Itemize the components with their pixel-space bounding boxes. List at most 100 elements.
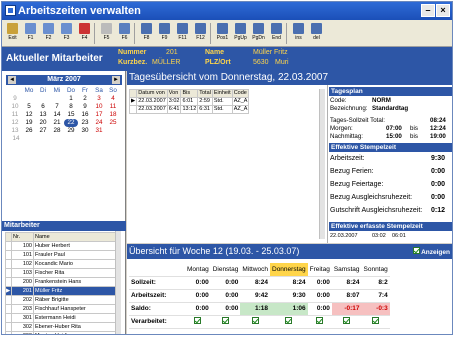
week-day-header[interactable]: Dienstag [210, 263, 241, 277]
week-day-header[interactable]: Sonntag [361, 263, 390, 277]
calendar-day[interactable]: 27 [36, 127, 50, 135]
calendar-day[interactable]: 19 [22, 119, 36, 127]
employee-row[interactable]: 302 Ebener-Huber Rita [5, 322, 121, 332]
row-marker [128, 89, 138, 98]
toolbar-button-pgdn[interactable]: PgDn [250, 22, 267, 45]
minimize-button[interactable]: – [421, 4, 435, 17]
week-day-header[interactable]: Montag [185, 263, 211, 277]
week-number: 11 [11, 111, 19, 118]
verarbeitet-checkbox[interactable] [285, 317, 293, 324]
verarbeitet-checkbox[interactable] [194, 317, 202, 324]
f1-icon [25, 23, 36, 34]
week-table: Montag Dienstag Mittwoch Donnerstag Freitag S… [129, 263, 390, 329]
toolbar-button-f12[interactable]: F12 [192, 22, 209, 45]
calendar-day[interactable]: 31 [92, 127, 106, 135]
employee-row[interactable]: 303Montag Heidi [5, 331, 121, 334]
week-day-header[interactable]: Freitag [307, 263, 332, 277]
calendar-day[interactable]: 3 [92, 95, 106, 103]
calendar-day[interactable]: 9 [78, 103, 92, 111]
employee-scrollbar[interactable] [115, 231, 121, 334]
week-overview-panel: Übersicht für Woche 12 (19.03. - 25.03.0… [127, 244, 452, 334]
toolbar-button-f9[interactable]: F9 [156, 22, 173, 45]
calendar-day[interactable]: 28 [50, 127, 64, 135]
calendar-day[interactable]: 25 [106, 119, 120, 127]
prev-month-button[interactable]: ◄ [8, 76, 16, 84]
day-scrollbar[interactable] [319, 89, 325, 239]
calendar-day[interactable]: 4 [106, 95, 120, 103]
day-entry-row[interactable]: 22.03.2007 6:41 13:12 6:31 Std. AZ_A [128, 105, 250, 114]
calendar-day[interactable]: 26 [22, 127, 36, 135]
calendar-day[interactable]: 11 [106, 103, 120, 111]
calendar-day[interactable]: 6 [36, 103, 50, 111]
calendar-day[interactable]: 21 [50, 119, 64, 127]
employee-row[interactable]: 102 Kocandic Mario [5, 259, 121, 269]
toolbar-button-end[interactable]: End [268, 22, 285, 45]
verarbeitet-checkbox[interactable] [316, 317, 324, 324]
col-name-header[interactable]: Name [33, 232, 121, 242]
day-col-header[interactable]: Von [166, 89, 182, 98]
calendar-day[interactable]: 30 [78, 127, 92, 135]
col-nr-header[interactable]: Nr. [11, 232, 34, 242]
day-col-header[interactable]: Einheit [211, 89, 233, 98]
employee-row[interactable]: 100 Huber Herbert [5, 241, 121, 251]
calendar-day[interactable]: 23 [78, 119, 92, 127]
toolbar-button-pgup[interactable]: PgUp [232, 22, 249, 45]
calendar-day[interactable]: 29 [64, 127, 78, 135]
calendar-day[interactable]: 22 [64, 119, 78, 127]
toolbar-button-exit[interactable]: Exit [4, 22, 21, 45]
day-col-header[interactable]: Code [231, 89, 250, 98]
calendar-day[interactable]: 14 [50, 111, 64, 119]
next-month-button[interactable]: ► [112, 76, 120, 84]
verarbeitet-checkbox[interactable] [251, 317, 259, 324]
employee-row[interactable]: 301 Estermann Heidi [5, 313, 121, 323]
week-sollzeit-value: 8:24 [240, 276, 270, 290]
employee-row[interactable]: 103 Fischer Rita [5, 268, 121, 278]
calendar-day[interactable]: 5 [22, 103, 36, 111]
calendar-day[interactable]: 16 [78, 111, 92, 119]
day-entry-row[interactable]: ▶ 22.03.2007 3:02 6:01 2:59 Std. AZ_A [128, 97, 250, 106]
toolbar-button-f2[interactable]: F2 [40, 22, 57, 45]
calendar-day[interactable]: 2 [78, 95, 92, 103]
calendar-day[interactable]: 20 [36, 119, 50, 127]
toolbar-button-pos1[interactable]: Pos1 [214, 22, 231, 45]
toolbar-button-f11[interactable]: F11 [174, 22, 191, 45]
calendar-day[interactable]: 8 [64, 103, 78, 111]
day-col-header[interactable]: Datum von [136, 89, 168, 98]
calendar-day[interactable]: 24 [92, 119, 106, 127]
calendar-day[interactable]: 12 [22, 111, 36, 119]
toolbar-button-ins[interactable]: ins [290, 22, 307, 45]
calendar-day[interactable]: 10 [92, 103, 106, 111]
employee-row[interactable]: 200 Frankenstein Hans [5, 277, 121, 287]
toolbar-button-f6[interactable]: F6 [116, 22, 133, 45]
calendar-day[interactable]: 18 [106, 111, 120, 119]
employee-row[interactable]: 202 Räber Brigitte [5, 295, 121, 305]
calendar-day[interactable]: 15 [64, 111, 78, 119]
week-day-header[interactable]: Donnerstag [270, 263, 308, 277]
employee-row[interactable]: ▶ 201 Müller Fritz [5, 286, 121, 296]
toolbar-button-del[interactable]: del [308, 22, 325, 45]
calendar-day[interactable]: 7 [50, 103, 64, 111]
anzeigen-checkbox[interactable]: Anzeigen [412, 247, 450, 256]
calendar-day[interactable]: 1 [64, 95, 78, 103]
verarbeitet-checkbox[interactable] [372, 317, 380, 324]
day-col-header[interactable]: Total [197, 89, 213, 98]
toolbar-button-f3[interactable]: F3 [58, 22, 75, 45]
toolbar-button-f1[interactable]: F1 [22, 22, 39, 45]
verarbeitet-checkbox[interactable] [343, 317, 351, 324]
week-verarbeitet: Verarbeitet: [129, 315, 390, 329]
stempel-value: 0:00 [430, 194, 445, 201]
close-button[interactable]: × [436, 4, 450, 17]
employee-row[interactable]: 101 Frauler Paul [5, 250, 121, 260]
week-day-header[interactable]: Samstag [331, 263, 362, 277]
toolbar-button-f5[interactable]: F5 [98, 22, 115, 45]
employee-row[interactable]: 203 Fischhauf Hanspeter [5, 304, 121, 314]
calendar-day[interactable]: 13 [36, 111, 50, 119]
toolbar-button-f4[interactable]: F4 [76, 22, 93, 45]
week-saldo-value: -0:3 [361, 302, 390, 316]
verarbeitet-checkbox[interactable] [222, 317, 230, 324]
calendar-day[interactable]: 17 [92, 111, 106, 119]
employee-nr: 103 [11, 268, 34, 278]
week-day-header[interactable]: Mittwoch [240, 263, 270, 277]
toolbar-button-f8[interactable]: F8 [138, 22, 155, 45]
day-col-header[interactable]: Bis [180, 89, 199, 98]
